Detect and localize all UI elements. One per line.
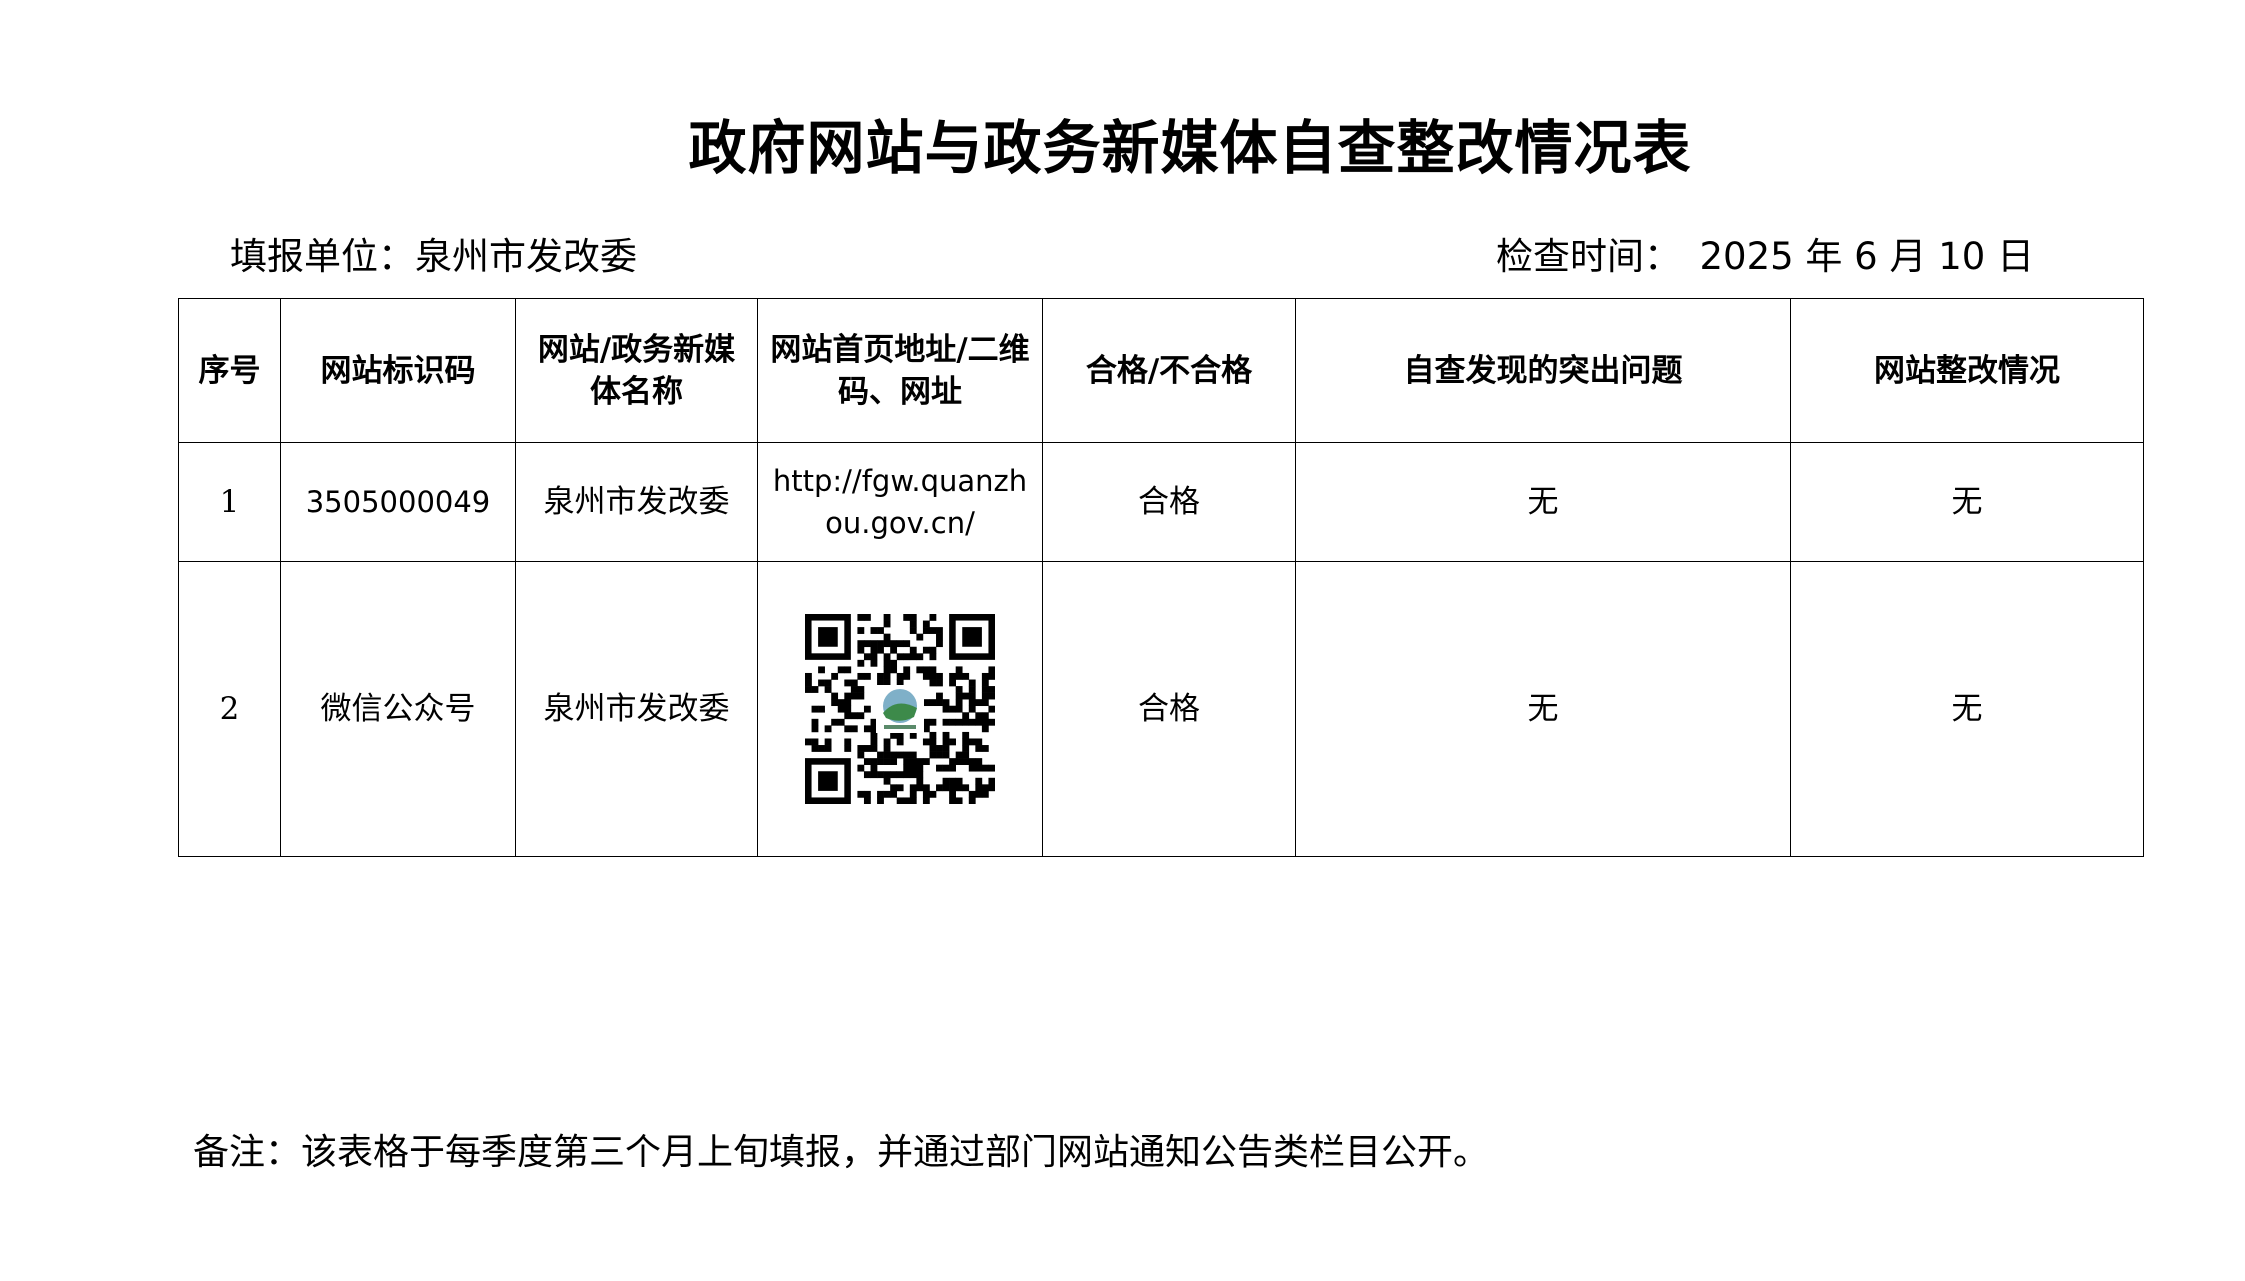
reporting-unit: 填报单位：泉州市发改委	[230, 235, 637, 278]
row-qr-cell	[757, 561, 1043, 857]
header-status: 合格/不合格	[1042, 298, 1296, 443]
qr-code-icon	[805, 614, 996, 805]
table-header-row: 序号 网站标识码 网站/政务新媒体名称 网站首页地址/二维码、网址 合格/不合格…	[178, 298, 2144, 443]
self-inspection-table: 序号 网站标识码 网站/政务新媒体名称 网站首页地址/二维码、网址 合格/不合格…	[178, 298, 2144, 857]
row-status: 合格	[1042, 442, 1296, 562]
row-site-code: 3505000049	[280, 442, 516, 562]
header-rectification: 网站整改情况	[1790, 298, 2144, 443]
document-title: 政府网站与政务新媒体自查整改情况表	[688, 114, 1692, 182]
row-site-name: 泉州市发改委	[515, 442, 758, 562]
header-index: 序号	[178, 298, 281, 443]
table-row: 2 微信公众号 泉州市发改委 合格 无 无	[178, 561, 2144, 857]
header-issues: 自查发现的突出问题	[1295, 298, 1791, 443]
header-site-code: 网站标识码	[280, 298, 516, 443]
row-index: 2	[178, 561, 281, 857]
row-site-code: 微信公众号	[280, 561, 516, 857]
check-date: 检查时间： 2025 年 6 月 10 日	[1496, 235, 2035, 278]
header-address: 网站首页地址/二维码、网址	[757, 298, 1043, 443]
row-rectification: 无	[1790, 561, 2144, 857]
row-issues: 无	[1295, 561, 1791, 857]
row-status: 合格	[1042, 561, 1296, 857]
row-site-name: 泉州市发改委	[515, 561, 758, 857]
row-issues: 无	[1295, 442, 1791, 562]
row-index: 1	[178, 442, 281, 562]
table-row: 1 3505000049 泉州市发改委 http://fgw.quanzhou.…	[178, 442, 2144, 562]
row-rectification: 无	[1790, 442, 2144, 562]
header-site-name: 网站/政务新媒体名称	[515, 298, 758, 443]
row-site-url: http://fgw.quanzhou.gov.cn/	[757, 442, 1043, 562]
footnote: 备注：该表格于每季度第三个月上旬填报，并通过部门网站通知公告类栏目公开。	[193, 1132, 1490, 1173]
